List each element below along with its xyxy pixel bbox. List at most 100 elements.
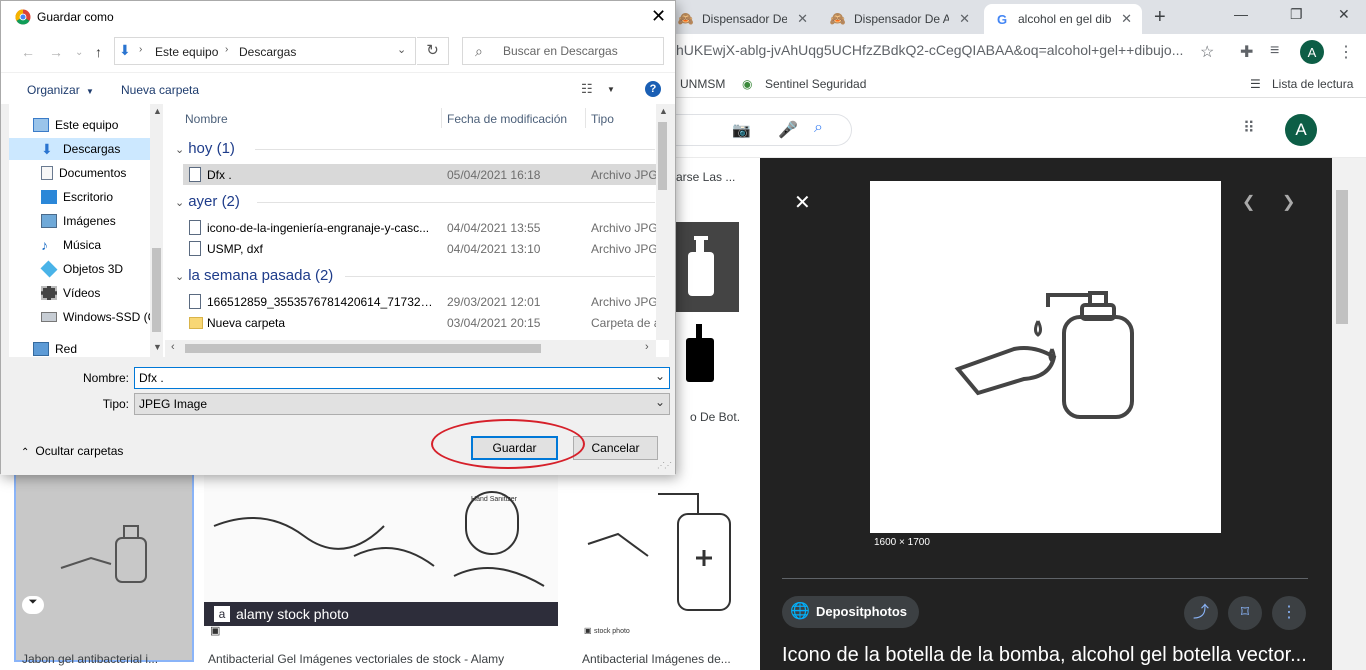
jpg-file-icon: [189, 220, 201, 235]
download-arrow-icon: ⬇: [41, 141, 53, 157]
minimize-icon[interactable]: —: [1234, 6, 1248, 22]
resize-grip-icon[interactable]: ⋰⋰: [657, 461, 672, 470]
profile-avatar[interactable]: A: [1300, 40, 1324, 64]
horizontal-scrollbar[interactable]: ‹ ›: [165, 340, 656, 357]
back-arrow-icon[interactable]: ←: [21, 44, 35, 60]
help-icon[interactable]: ?: [645, 81, 661, 97]
nav-item-objetos-3d[interactable]: Objetos 3D: [9, 258, 154, 280]
microphone-icon[interactable]: 🎤: [778, 120, 798, 140]
scroll-right-icon[interactable]: ›: [645, 341, 649, 353]
group-divider: [257, 202, 655, 203]
nav-item-escritorio[interactable]: Escritorio: [9, 186, 154, 208]
close-window-icon[interactable]: ✕: [1338, 6, 1350, 23]
column-header-date[interactable]: Fecha de modificación: [447, 112, 567, 126]
bookmark-unmsm[interactable]: UNMSM: [680, 77, 725, 91]
scroll-up-icon[interactable]: ▲: [153, 106, 162, 116]
browser-tab-3-active[interactable]: G alcohol en gel dibu ✕: [984, 4, 1142, 34]
reading-list-button[interactable]: Lista de lectura: [1272, 77, 1353, 91]
address-bar-url[interactable]: hUKEwjX-ablg-jvAhUqg5UCHfzZBdkQ2-cCegQIA…: [676, 42, 1183, 58]
history-chevron-icon[interactable]: ⌄: [75, 47, 83, 58]
file-list-scrollbar-thumb[interactable]: [658, 122, 667, 190]
next-icon[interactable]: ❯: [1282, 192, 1295, 212]
file-row[interactable]: 166512859_3553576781420614_717324157... …: [183, 291, 657, 312]
column-header-type[interactable]: Tipo: [591, 112, 614, 126]
cancel-button[interactable]: Cancelar: [573, 436, 658, 460]
horizontal-scrollbar-thumb[interactable]: [185, 344, 541, 353]
result-thumbnail-dark[interactable]: [676, 222, 739, 312]
filename-input[interactable]: Dfx . ⌄: [134, 367, 670, 389]
forward-arrow-icon[interactable]: →: [49, 44, 63, 60]
more-options-icon[interactable]: ⋮: [1272, 596, 1306, 630]
browser-tab-2[interactable]: 🙈 Dispensador De Al ✕: [820, 4, 980, 34]
result-thumbnail-selected[interactable]: ⏷: [14, 466, 194, 662]
refresh-icon[interactable]: ↻: [417, 37, 449, 65]
chevron-down-icon[interactable]: ⌄: [397, 43, 406, 56]
group-header-semana-pasada[interactable]: ⌄ la semana pasada (2): [175, 267, 333, 284]
file-row[interactable]: icono-de-la-ingeniería-engranaje-y-casc.…: [183, 217, 657, 238]
google-account-avatar[interactable]: A: [1285, 114, 1317, 146]
folder-row[interactable]: Nueva carpeta 03/04/2021 20:15 Carpeta d…: [183, 312, 657, 333]
camera-icon[interactable]: 📷: [732, 121, 751, 139]
nav-item-descargas[interactable]: ⬇ Descargas: [9, 138, 154, 160]
scroll-up-icon[interactable]: ▲: [659, 106, 668, 116]
new-tab-icon[interactable]: +: [1154, 6, 1166, 29]
close-tab-icon[interactable]: ✕: [1121, 11, 1132, 27]
result-caption[interactable]: Antibacterial Imágenes de...: [582, 652, 734, 666]
share-icon[interactable]: ⤴: [1184, 596, 1218, 630]
media-queue-icon[interactable]: ≡: [1270, 42, 1279, 60]
scroll-down-icon[interactable]: ▼: [153, 342, 162, 352]
group-header-hoy[interactable]: ⌄ hoy (1): [175, 140, 235, 157]
result-thumbnail-alamy[interactable]: Hand Sanitizer a alamy stock photo: [204, 466, 558, 626]
nav-item-imagenes[interactable]: Imágenes: [9, 210, 154, 232]
result-caption[interactable]: Jabon gel antibacterial i...: [22, 652, 180, 666]
nav-scrollbar-thumb[interactable]: [152, 248, 161, 332]
close-panel-icon[interactable]: ✕: [794, 190, 811, 215]
close-icon[interactable]: ✕: [651, 6, 666, 27]
nav-scrollbar[interactable]: ▲ ▼: [150, 104, 163, 357]
chevron-down-icon[interactable]: ⌄: [655, 369, 665, 383]
close-tab-icon[interactable]: ✕: [959, 11, 970, 27]
search-box[interactable]: 📷 🎤 ⌕: [676, 114, 852, 146]
preview-image[interactable]: 1600 × 1700: [870, 181, 1221, 553]
chevron-down-icon[interactable]: ⌄: [655, 395, 665, 409]
close-tab-icon[interactable]: ✕: [797, 11, 808, 27]
page-scrollbar-thumb[interactable]: [1336, 190, 1348, 324]
breadcrumb-descargas[interactable]: Descargas: [239, 45, 296, 59]
apps-grid-icon[interactable]: ⠿: [1243, 118, 1255, 138]
scroll-left-icon[interactable]: ‹: [171, 341, 175, 353]
breadcrumb-este-equipo[interactable]: Este equipo: [155, 45, 218, 59]
source-chip[interactable]: 🌐 Depositphotos: [782, 596, 919, 628]
nav-item-windows-ssd[interactable]: Windows-SSD (C: [9, 306, 154, 328]
restore-icon[interactable]: ❐: [1290, 6, 1303, 23]
save-bookmark-icon[interactable]: ⌑: [1228, 596, 1262, 630]
result-caption[interactable]: Antibacterial Gel Imágenes vectoriales d…: [208, 652, 558, 666]
file-row[interactable]: USMP, dxf 04/04/2021 13:10 Archivo JPG: [183, 238, 657, 259]
search-input[interactable]: ⌕ Buscar en Descargas: [462, 37, 664, 65]
address-breadcrumb[interactable]: ⬇ › Este equipo › Descargas ⌄: [114, 37, 416, 65]
new-folder-button[interactable]: Nueva carpeta: [121, 83, 199, 97]
bookmark-sentinel[interactable]: Sentinel Seguridad: [765, 77, 866, 91]
file-row[interactable]: Dfx . 05/04/2021 16:18 Archivo JPG: [183, 164, 657, 185]
bookmark-star-icon[interactable]: ☆: [1200, 42, 1214, 62]
hide-folders-toggle[interactable]: ⌃ Ocultar carpetas: [21, 444, 123, 458]
organize-button[interactable]: Organizar ▼: [27, 83, 94, 97]
preview-title[interactable]: Icono de la botella de la bomba, alcohol…: [782, 644, 1312, 667]
nav-item-documentos[interactable]: Documentos: [9, 162, 154, 184]
extensions-puzzle-icon[interactable]: ✚: [1240, 42, 1253, 62]
previous-icon[interactable]: ❮: [1242, 192, 1255, 212]
file-list-scrollbar[interactable]: ▲: [656, 104, 669, 340]
nav-item-musica[interactable]: ♪ Música: [9, 234, 154, 256]
view-dropdown-icon[interactable]: ▼: [607, 85, 615, 94]
result-thumbnail[interactable]: [676, 316, 739, 398]
nav-item-este-equipo[interactable]: Este equipo: [9, 114, 154, 136]
view-options-icon[interactable]: ☷: [581, 81, 593, 97]
group-header-ayer[interactable]: ⌄ ayer (2): [175, 193, 240, 210]
result-thumbnail[interactable]: ▣ stock photo: [578, 466, 740, 644]
up-arrow-icon[interactable]: ↑: [95, 44, 102, 60]
filetype-select[interactable]: JPEG Image ⌄: [134, 393, 670, 415]
search-icon[interactable]: ⌕: [814, 119, 823, 137]
more-menu-icon[interactable]: ⋮: [1338, 42, 1354, 62]
column-header-name[interactable]: Nombre: [185, 112, 228, 126]
nav-item-videos[interactable]: Vídeos: [9, 282, 154, 304]
browser-tab-1[interactable]: 🙈 Dispensador De Al ✕: [668, 4, 818, 34]
